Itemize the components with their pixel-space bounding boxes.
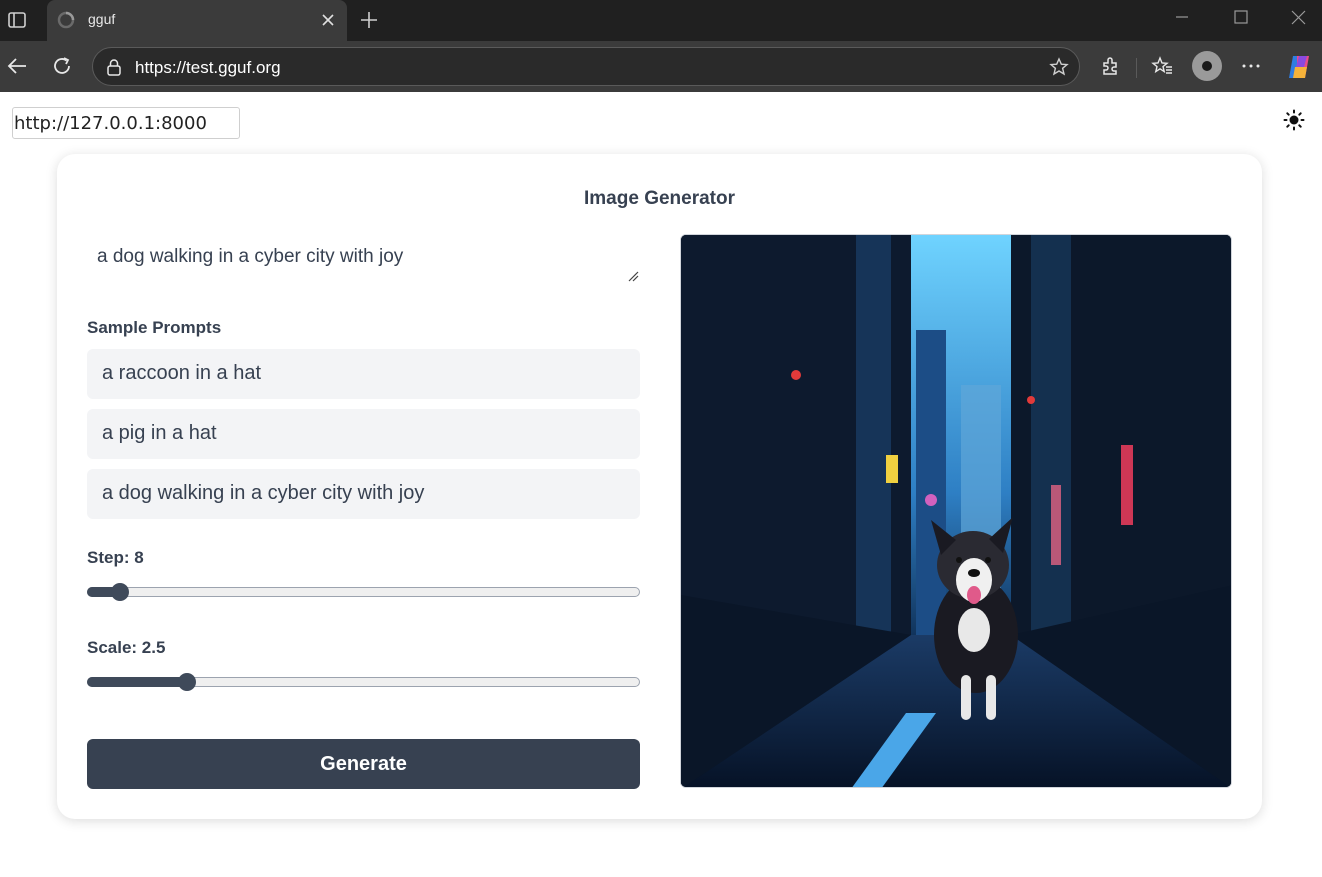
loading-icon bbox=[57, 11, 75, 29]
generated-image bbox=[680, 234, 1232, 788]
extensions-icon[interactable] bbox=[1100, 55, 1122, 77]
slider-fill bbox=[87, 677, 187, 687]
browser-toolbar: https://test.gguf.org bbox=[0, 41, 1322, 92]
sample-prompts-label: Sample Prompts bbox=[87, 318, 222, 337]
back-icon[interactable] bbox=[6, 55, 28, 77]
reload-icon[interactable] bbox=[51, 55, 73, 77]
slider-thumb[interactable] bbox=[111, 583, 130, 601]
lock-icon bbox=[105, 58, 123, 76]
tab-title: gguf bbox=[88, 11, 116, 27]
more-menu-icon[interactable] bbox=[1240, 55, 1262, 77]
slider-thumb[interactable] bbox=[177, 673, 196, 691]
favorite-star-icon[interactable] bbox=[1049, 57, 1069, 77]
page-content: Image Generator a dog walking in a cyber… bbox=[0, 92, 1322, 877]
generator-card: Image Generator a dog walking in a cyber… bbox=[57, 154, 1262, 819]
tab-actions-icon[interactable] bbox=[6, 9, 28, 31]
step-label: Step: 8 bbox=[87, 548, 144, 567]
profile-avatar[interactable] bbox=[1192, 51, 1222, 81]
prompt-input[interactable]: a dog walking in a cyber city with joy bbox=[87, 236, 640, 284]
generate-button[interactable]: Generate bbox=[87, 739, 640, 789]
close-tab-icon[interactable] bbox=[319, 11, 337, 29]
sample-prompt-item[interactable]: a raccoon in a hat bbox=[87, 349, 640, 399]
copilot-icon[interactable] bbox=[1285, 53, 1313, 81]
tab-strip: gguf bbox=[0, 0, 1322, 41]
resize-handle-icon[interactable] bbox=[627, 269, 639, 282]
scale-slider[interactable] bbox=[87, 672, 640, 692]
sample-prompt-item[interactable]: a dog walking in a cyber city with joy bbox=[87, 469, 640, 519]
address-bar[interactable]: https://test.gguf.org bbox=[92, 47, 1080, 86]
scale-label: Scale: 2.5 bbox=[87, 638, 166, 657]
sample-prompt-item[interactable]: a pig in a hat bbox=[87, 409, 640, 459]
browser-tab[interactable]: gguf bbox=[47, 0, 347, 41]
page-title: Image Generator bbox=[584, 188, 735, 209]
favorites-icon[interactable] bbox=[1151, 55, 1173, 77]
maximize-icon[interactable] bbox=[1231, 9, 1251, 29]
minimize-icon[interactable] bbox=[1172, 9, 1192, 29]
step-slider[interactable] bbox=[87, 582, 640, 602]
slider-track bbox=[87, 587, 640, 597]
sun-icon[interactable] bbox=[1283, 109, 1305, 131]
toolbar-divider bbox=[1136, 58, 1137, 78]
new-tab-icon[interactable] bbox=[358, 9, 380, 31]
close-window-icon[interactable] bbox=[1289, 9, 1309, 29]
server-url-input[interactable] bbox=[12, 107, 240, 139]
url-text: https://test.gguf.org bbox=[135, 58, 281, 77]
